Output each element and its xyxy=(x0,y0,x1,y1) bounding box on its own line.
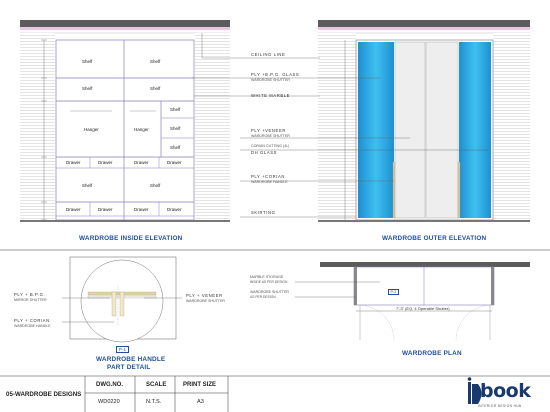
plan-title: WARDROBE PLAN xyxy=(402,350,462,357)
callout-wardrobe-shutter: WARDROBE SHUTTER xyxy=(251,78,290,82)
callout-ceiling-line: CEILING LINE xyxy=(251,52,286,57)
drawing-title: 05-WARDROBE DESIGNS xyxy=(6,391,82,398)
plan-label-marble-storage: MARBLE STORAGE xyxy=(250,275,284,279)
shelf-label-8: Shelf xyxy=(82,183,93,188)
plan-label-marble-storage-sub: INSIDE AS PER DESIGN xyxy=(250,280,288,284)
shelf-label-4: Shelf xyxy=(150,86,161,91)
handle-detail-title-1: WARDROBE HANDLE xyxy=(96,356,166,363)
callout-ply-corian: PLY +CORIAN xyxy=(251,174,286,179)
drawer-label-8: Drawer xyxy=(167,207,182,212)
callout-wardrobe-shutter-2: WARDROBE SHUTTER xyxy=(251,134,290,138)
handle-detail-title-2: PART DETAIL xyxy=(107,364,151,371)
outer-elevation xyxy=(318,20,530,222)
outer-elevation-title: WARDROBE OUTER ELEVATION xyxy=(382,235,487,242)
print-size-label: PRINT SIZE xyxy=(183,382,217,388)
shelf-label-9: Shelf xyxy=(150,183,161,188)
detail-label-ply-corian: PLY + CORIAN xyxy=(14,318,50,323)
detail-label-mirror-shutter: MIRROR SHUTTER xyxy=(14,298,47,302)
dwg-no-label: DWG.NO. xyxy=(96,382,123,388)
callout-white-marble: WHITE MARBLE xyxy=(251,93,291,98)
inside-elevation xyxy=(20,20,230,222)
callout-ply-glass: PLY +B.P.G. GLASS xyxy=(251,72,300,77)
inside-elevation-title: WARDROBE INSIDE ELEVATION xyxy=(79,235,183,242)
callout-ply-veneer: PLY +VENEER xyxy=(251,128,286,133)
handle-detail xyxy=(62,256,182,343)
detail-label-wardrobe-handle: WARDROBE HANDLE xyxy=(14,324,51,328)
callout-corian-cutting: CORIAN CUTTING (4L) xyxy=(251,144,290,148)
detail-tag: P-1 xyxy=(116,346,130,353)
hanger-label-2: Hanger xyxy=(134,127,149,132)
shelf-label-1: Shelf xyxy=(82,59,93,64)
drawer-label-7: Drawer xyxy=(134,207,149,212)
wardrobe-plan xyxy=(295,262,530,341)
shelf-label-5: Shelf xyxy=(170,107,181,112)
hanger-label-1: Hanger xyxy=(84,127,99,132)
shelf-label-2: Shelf xyxy=(150,59,161,64)
shelf-label-6: Shelf xyxy=(170,126,181,131)
callout-skirting: SKIRTING xyxy=(251,210,276,215)
drawer-label-1: Drawer xyxy=(66,160,81,165)
plan-label-shutter-sub: AS PER DESIGN xyxy=(250,295,276,299)
plan-dimension: 7'-3" (EQ. 4 Operable Shutter) xyxy=(396,306,450,311)
detail-label-ply-bpg: PLY + B.P.G. xyxy=(14,292,46,297)
drawer-label-6: Drawer xyxy=(98,207,113,212)
shelf-label-7: Shelf xyxy=(170,145,181,150)
scale-value: N.T.S. xyxy=(146,399,162,405)
title-block-frame xyxy=(0,375,550,412)
detail-label-ply-veneer: PLY + VENEER xyxy=(186,293,223,298)
scale-label: SCALE xyxy=(146,382,167,388)
drawer-label-4: Drawer xyxy=(167,160,182,165)
dwg-no-value: WD0220 xyxy=(98,399,120,405)
drawer-label-5: Drawer xyxy=(66,207,81,212)
logo-tagline: INTERIOR DESIGN HUB xyxy=(478,404,522,408)
callout-wardrobe-handle: WARDROBE HANDLE xyxy=(251,180,288,184)
logo-text: book xyxy=(480,380,531,402)
print-size-value: A3 xyxy=(197,399,204,405)
drawer-label-2: Drawer xyxy=(98,160,113,165)
plan-label-shutter: WARDROBE SHUTTER xyxy=(250,290,289,294)
plan-tag: P-1 xyxy=(388,289,399,295)
drawer-label-3: Drawer xyxy=(134,160,149,165)
callout-dh-glass: DH GLASS xyxy=(251,150,277,155)
shelf-label-3: Shelf xyxy=(82,86,93,91)
drawing-sheet: Shelf Shelf Shelf Shelf Shelf Shelf Shel… xyxy=(0,0,550,412)
detail-label-wardrobe-shutter: WARDROBE SHUTTER xyxy=(186,299,225,303)
